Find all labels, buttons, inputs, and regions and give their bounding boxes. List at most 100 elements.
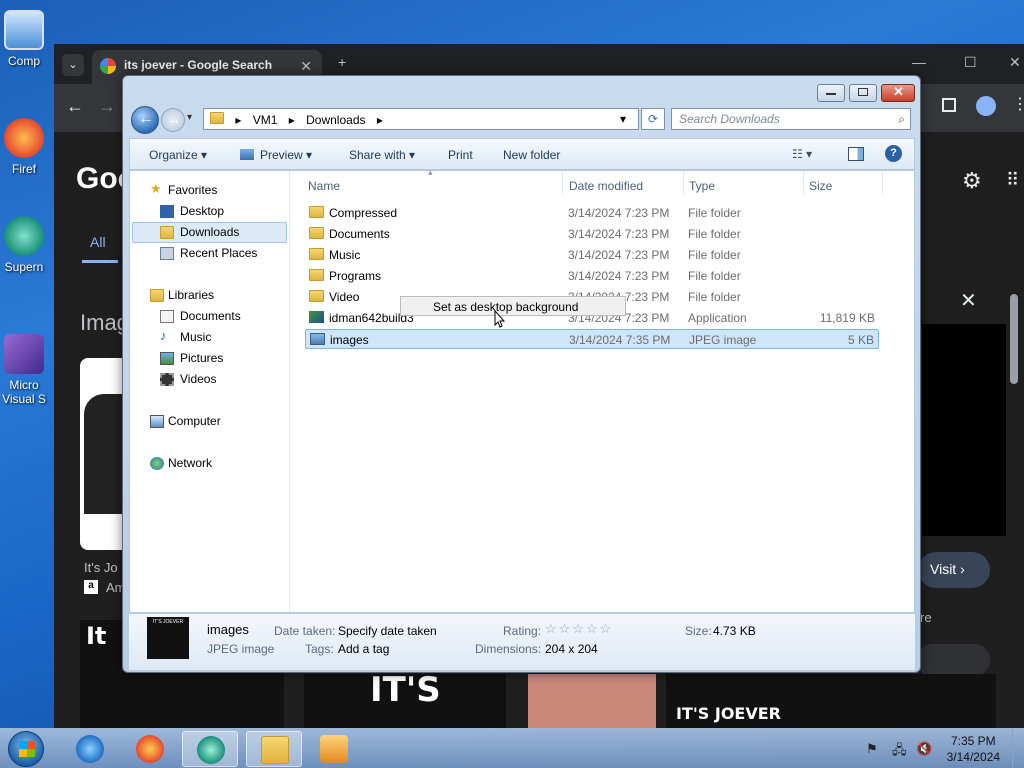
system-clock[interactable]: 7:35 PM 3/14/2024: [947, 733, 1000, 765]
column-divider[interactable]: [683, 171, 684, 195]
sort-ascending-icon: ▴: [428, 167, 433, 177]
nav-label: Recent Places: [180, 246, 258, 260]
date-taken-label: Date taken:: [274, 624, 336, 638]
restore-button[interactable]: [849, 84, 877, 102]
visual-studio-icon: [4, 334, 44, 374]
nav-favorites[interactable]: ★ Favorites: [150, 181, 217, 203]
file-row-selected[interactable]: images 3/14/2024 7:35 PM JPEG image 5 KB: [305, 329, 879, 349]
column-header-size[interactable]: Size: [809, 179, 832, 193]
preview-pane-icon[interactable]: [848, 147, 864, 161]
file-row[interactable]: Documents 3/14/2024 7:23 PM File folder: [305, 224, 879, 244]
media-player-icon: [320, 735, 348, 763]
nav-pictures[interactable]: Pictures: [160, 351, 223, 371]
taskbar-windows-explorer[interactable]: [246, 731, 302, 767]
desktop-icon-visual-studio[interactable]: Micro Visual S: [0, 334, 48, 406]
refresh-button[interactable]: ⟳: [641, 108, 665, 130]
taskbar-firefox[interactable]: [122, 731, 178, 767]
file-name: Video: [329, 290, 360, 304]
desktop-icon-firefox[interactable]: Firef: [0, 118, 48, 176]
settings-gear-icon[interactable]: ⚙: [962, 168, 982, 194]
side-panel-icon[interactable]: [942, 98, 956, 112]
context-menu-set-desktop-background[interactable]: Set as desktop background: [400, 296, 626, 316]
file-row[interactable]: Music 3/14/2024 7:23 PM File folder: [305, 245, 879, 265]
nav-documents[interactable]: Documents: [160, 309, 241, 329]
preview-input-bar[interactable]: [916, 644, 990, 676]
action-center-flag-icon[interactable]: ⚑: [866, 741, 878, 757]
taskbar: ⚑ 🖧 🔇 7:35 PM 3/14/2024: [0, 728, 1024, 768]
nav-network[interactable]: Network: [150, 456, 212, 476]
scrollbar-thumb[interactable]: [1010, 294, 1018, 384]
desktop-icon-label: Supern: [4, 260, 44, 274]
nav-recent-places[interactable]: Recent Places: [160, 246, 257, 266]
size-label: Size:: [685, 624, 712, 638]
organize-button[interactable]: Organize ▾: [149, 148, 207, 162]
network-status-icon[interactable]: 🖧: [892, 741, 907, 763]
back-button[interactable]: ←: [131, 106, 159, 134]
menu-icon[interactable]: ⋮: [1012, 94, 1024, 114]
nav-libraries[interactable]: Libraries: [150, 288, 214, 308]
nav-videos[interactable]: Videos: [160, 372, 216, 392]
forward-button[interactable]: →: [161, 108, 185, 132]
apps-grid-icon[interactable]: ⠿: [1006, 170, 1019, 191]
search-input[interactable]: Search Downloads ⌕: [671, 108, 911, 130]
tags-value[interactable]: Add a tag: [338, 642, 389, 656]
minimize-button[interactable]: [817, 84, 845, 102]
new-folder-button[interactable]: New folder: [503, 148, 560, 162]
view-options-icon[interactable]: ☷ ▾: [792, 147, 812, 161]
recent-pages-icon[interactable]: ▾: [187, 112, 192, 123]
column-divider[interactable]: [882, 171, 883, 195]
address-dropdown-icon[interactable]: ▾: [620, 112, 626, 126]
visit-button[interactable]: Visit ›: [918, 552, 990, 588]
breadcrumb-vm1[interactable]: VM1: [253, 113, 278, 127]
address-bar[interactable]: ▸ VM1 ▸ Downloads ▸ ▾: [203, 108, 639, 130]
file-row[interactable]: Programs 3/14/2024 7:23 PM File folder: [305, 266, 879, 286]
column-header-name[interactable]: Name: [308, 179, 340, 193]
tab-search-icon[interactable]: ⌄: [62, 54, 84, 76]
file-row[interactable]: Compressed 3/14/2024 7:23 PM File folder: [305, 203, 879, 223]
share-with-button[interactable]: Share with ▾: [349, 148, 415, 162]
rating-label: Rating:: [503, 624, 542, 638]
breadcrumb-chevron-icon[interactable]: ▸: [235, 113, 241, 127]
show-desktop-button[interactable]: [1012, 729, 1024, 768]
minimize-icon[interactable]: —: [912, 54, 926, 70]
date-taken-value[interactable]: Specify date taken: [338, 624, 437, 638]
column-header-date[interactable]: Date modified: [569, 179, 643, 193]
tab-all[interactable]: All: [90, 234, 106, 250]
column-divider[interactable]: [803, 171, 804, 195]
close-tab-icon[interactable]: ✕: [300, 58, 312, 75]
nav-music[interactable]: ♪ Music: [160, 328, 211, 350]
desktop-icon-computer[interactable]: Comp: [0, 10, 48, 68]
close-icon[interactable]: ✕: [1009, 54, 1021, 71]
preview-button[interactable]: Preview ▾: [260, 148, 312, 162]
help-icon[interactable]: ?: [885, 145, 902, 162]
breadcrumb-chevron-icon[interactable]: ▸: [377, 113, 383, 127]
result-caption[interactable]: It's Jo: [84, 560, 118, 575]
meme-thumb-3[interactable]: [528, 674, 656, 728]
nav-computer[interactable]: Computer: [150, 414, 221, 434]
column-header-type[interactable]: Type: [689, 179, 715, 193]
nav-desktop[interactable]: Desktop: [160, 204, 224, 224]
close-preview-icon[interactable]: ✕: [960, 288, 977, 313]
taskbar-supernova[interactable]: [182, 731, 238, 767]
rating-stars[interactable]: ☆☆☆☆☆: [545, 621, 613, 637]
volume-muted-icon[interactable]: 🔇: [916, 741, 932, 757]
desktop-icon-supernova[interactable]: Supern: [0, 216, 48, 274]
back-arrow-icon[interactable]: ←: [66, 96, 84, 117]
nav-downloads[interactable]: Downloads: [160, 225, 239, 245]
breadcrumb-downloads[interactable]: Downloads: [306, 113, 365, 127]
desktop-icon-label: Micro: [9, 378, 39, 392]
forward-arrow-icon[interactable]: →: [98, 96, 116, 117]
print-button[interactable]: Print: [448, 148, 473, 162]
maximize-icon[interactable]: ☐: [964, 54, 977, 71]
close-button[interactable]: ✕: [881, 84, 915, 102]
profile-icon[interactable]: [976, 96, 996, 116]
column-divider[interactable]: [562, 171, 563, 195]
new-tab-icon[interactable]: +: [338, 54, 346, 70]
file-size: 11,819 KB: [819, 311, 875, 325]
taskbar-internet-explorer[interactable]: [62, 731, 118, 767]
tab-all-indicator: [82, 260, 118, 263]
start-button[interactable]: [8, 731, 44, 767]
taskbar-media-player[interactable]: [306, 731, 362, 767]
command-bar: Organize ▾ Preview ▾ Share with ▾ Print …: [129, 138, 915, 170]
breadcrumb-chevron-icon[interactable]: ▸: [289, 113, 295, 127]
